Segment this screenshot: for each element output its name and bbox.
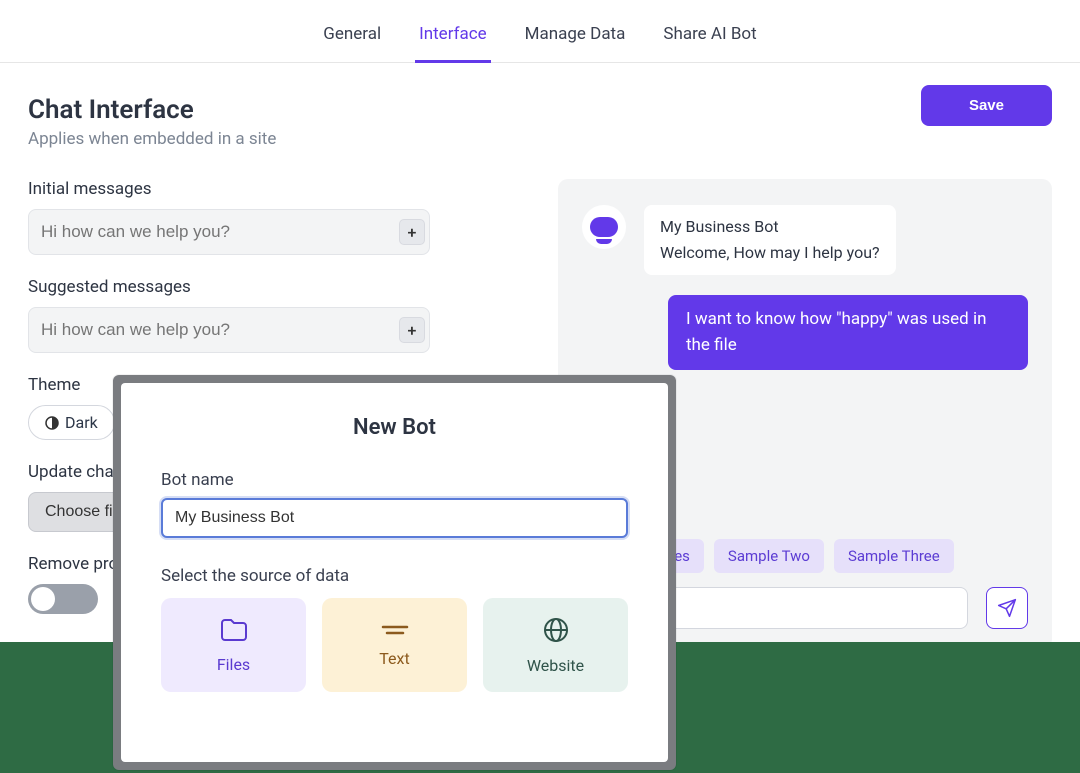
- remove-profile-toggle[interactable]: [28, 584, 98, 614]
- modal-title: New Bot: [161, 415, 628, 440]
- toggle-knob: [31, 587, 55, 611]
- bot-name-input[interactable]: [161, 498, 628, 538]
- tabs-bar: General Interface Manage Data Share AI B…: [0, 0, 1080, 63]
- initial-messages-input[interactable]: [41, 214, 399, 250]
- source-files-card[interactable]: Files: [161, 598, 306, 692]
- bot-name-label: Bot name: [161, 470, 628, 490]
- folder-icon: [219, 617, 249, 643]
- bot-message: My Business Bot Welcome, How may I help …: [644, 205, 896, 275]
- tab-general[interactable]: General: [319, 16, 385, 62]
- tab-manage-data[interactable]: Manage Data: [521, 16, 630, 62]
- bot-name: My Business Bot: [660, 215, 880, 239]
- new-bot-modal: New Bot Bot name Select the source of da…: [113, 375, 676, 770]
- send-button[interactable]: [986, 587, 1028, 629]
- source-text-card[interactable]: Text: [322, 598, 467, 692]
- user-message: I want to know how "happy" was used in t…: [668, 295, 1028, 370]
- initial-messages-label: Initial messages: [28, 179, 528, 199]
- theme-dark-chip[interactable]: Dark: [28, 405, 115, 440]
- source-website-card[interactable]: Website: [483, 598, 628, 692]
- tab-share[interactable]: Share AI Bot: [659, 16, 760, 62]
- send-icon: [997, 598, 1017, 618]
- tab-interface[interactable]: Interface: [415, 16, 491, 62]
- suggestion-chip-2[interactable]: Sample Two: [714, 539, 824, 573]
- save-button[interactable]: Save: [921, 85, 1052, 126]
- suggestion-chip-3[interactable]: Sample Three: [834, 539, 954, 573]
- globe-icon: [542, 616, 570, 644]
- half-circle-icon: [45, 416, 59, 430]
- suggested-messages-input[interactable]: [41, 312, 399, 348]
- source-website-label: Website: [527, 656, 584, 675]
- page-title: Chat Interface: [28, 95, 276, 125]
- suggested-messages-label: Suggested messages: [28, 277, 528, 297]
- text-icon: [381, 623, 409, 637]
- add-initial-message-button[interactable]: +: [399, 219, 425, 245]
- bot-greeting: Welcome, How may I help you?: [660, 241, 880, 265]
- source-text-label: Text: [379, 649, 409, 668]
- add-suggested-message-button[interactable]: +: [399, 317, 425, 343]
- source-files-label: Files: [217, 655, 250, 674]
- page-subtitle: Applies when embedded in a site: [28, 129, 276, 149]
- bot-avatar-icon: [582, 205, 626, 249]
- source-label: Select the source of data: [161, 566, 628, 586]
- theme-dark-label: Dark: [65, 413, 98, 432]
